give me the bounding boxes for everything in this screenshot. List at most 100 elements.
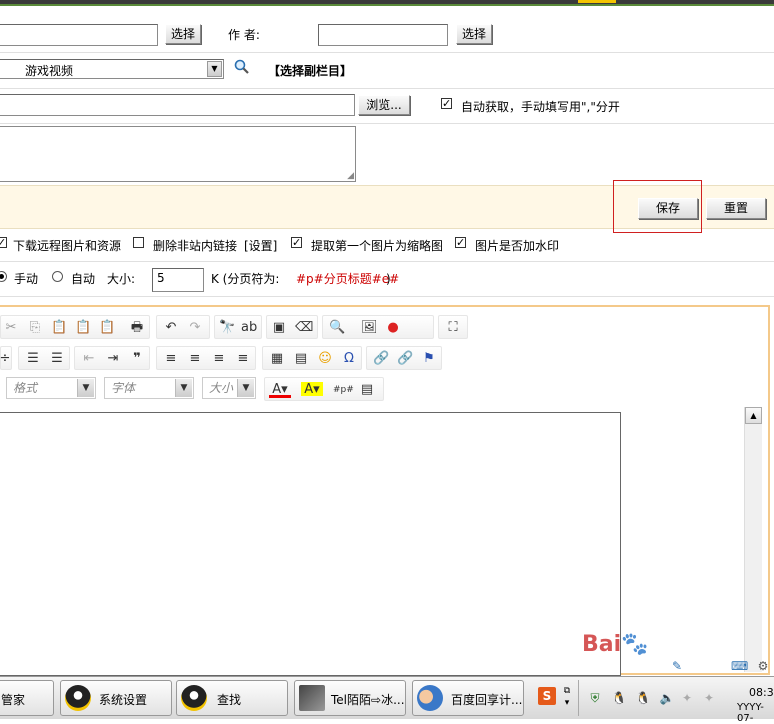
rich-text-editor: ✂ ⎘ 📋 📋 📋 🖶 ↶ ↷ 🔭 ab ▣ ⌫ 🔍 🖼 ● ⛶ ÷ ☰ ☰ ⇤… [0, 305, 770, 676]
anchor-flag-icon[interactable]: ⚑ [421, 351, 437, 367]
auto-fetch-checkbox[interactable]: ✓ [441, 98, 452, 109]
watermark-checkbox[interactable]: ✓ [455, 237, 466, 248]
image-icon[interactable]: 🖼 [361, 320, 378, 336]
paste-icon[interactable]: 📋 [51, 320, 67, 336]
pen-icon[interactable]: ✎ [669, 658, 685, 674]
align-justify-icon[interactable]: ≡ [235, 351, 251, 367]
task-label: 系统设置 [99, 693, 148, 707]
font-combo-label: 字体 [111, 381, 136, 395]
keyboard-icon[interactable]: ⌨ [731, 658, 748, 674]
flash-icon[interactable]: ● [385, 320, 401, 336]
download-remote-checkbox[interactable]: ✓ [0, 237, 7, 248]
link-icon[interactable]: 🔗 [373, 351, 389, 367]
preview-icon[interactable]: 🔍 [329, 320, 345, 336]
special-char-icon[interactable]: Ω [341, 351, 357, 367]
maximize-icon[interactable]: ⛶ [445, 320, 461, 336]
task-search[interactable]: 查找 [176, 680, 288, 716]
baidu-watermark-logo: Bai🐾 [582, 632, 649, 657]
editor-scrollbar[interactable]: ▲ [744, 407, 762, 672]
text-color-icon[interactable]: A▾ [269, 382, 291, 398]
editor-toolbar-row-1: ✂ ⎘ 📋 📋 📋 🖶 ↶ ↷ 🔭 ab ▣ ⌫ 🔍 🖼 ● ⛶ [0, 311, 768, 343]
taskbar-scroll-icon[interactable]: ⧉ ▾ [562, 685, 572, 709]
network-icon[interactable]: ✦ [679, 690, 695, 706]
redo-icon[interactable]: ↷ [187, 320, 203, 336]
clock-date[interactable]: YYYY-07- [737, 702, 774, 724]
resize-grip-icon[interactable]: ◢ [347, 171, 354, 181]
manual-radio[interactable] [0, 271, 7, 282]
category-select[interactable]: 游戏视频 ▼ [0, 59, 224, 79]
thumbnail-input[interactable] [0, 94, 355, 116]
align-right-icon[interactable]: ≡ [211, 351, 227, 367]
settings-link[interactable]: [设置] [244, 239, 277, 253]
indent-group: ⇤ ⇥ ❞ [74, 346, 150, 370]
select-button-1[interactable]: 选择 [165, 24, 201, 44]
bullet-list-icon[interactable]: ☰ [49, 351, 65, 367]
clock-time[interactable]: 08:39 [749, 686, 774, 699]
chevron-down-icon[interactable]: ▼ [175, 379, 192, 397]
print-icon[interactable]: 🖶 [129, 320, 145, 336]
chevron-down-icon[interactable]: ▼ [207, 61, 222, 77]
select-button-2[interactable]: 选择 [456, 24, 492, 44]
remove-links-checkbox[interactable] [133, 237, 144, 248]
select-all-icon[interactable]: ▣ [271, 320, 287, 336]
title-input[interactable] [0, 24, 158, 46]
font-combo[interactable]: 字体 ▼ [104, 377, 194, 399]
reset-button[interactable]: 重置 [706, 198, 766, 219]
blockquote-icon[interactable]: ❞ [129, 351, 145, 367]
strike-icon[interactable]: ÷ [0, 351, 13, 367]
horizontal-rule-icon[interactable]: ▤ [293, 351, 309, 367]
network-icon-2[interactable]: ✦ [701, 690, 717, 706]
language-bar-icon[interactable]: ⚙ [755, 658, 771, 674]
scroll-up-icon[interactable]: ▲ [745, 407, 762, 424]
copy-icon[interactable]: ⎘ [27, 320, 43, 336]
auto-radio[interactable] [52, 271, 63, 282]
qq-tray-icon[interactable]: 🐧 [611, 690, 627, 706]
unlink-icon[interactable]: 🔗 [397, 351, 413, 367]
qq-tray-icon-2[interactable]: 🐧 [635, 690, 651, 706]
chevron-down-icon[interactable]: ▼ [237, 379, 254, 397]
indent-icon[interactable]: ⇥ [105, 351, 121, 367]
size-input[interactable]: 5 [152, 268, 204, 292]
cut-icon[interactable]: ✂ [3, 320, 19, 336]
undo-icon[interactable]: ↶ [163, 320, 179, 336]
paste-text-icon[interactable]: 📋 [75, 320, 91, 336]
pick-subcolumn-link[interactable]: 【选择副栏目】 [268, 64, 352, 78]
find-icon[interactable]: 🔭 [219, 320, 235, 336]
bg-color-icon[interactable]: A▾ [301, 382, 323, 397]
first-image-thumb-checkbox[interactable]: ✓ [291, 237, 302, 248]
template-icon[interactable]: ▤ [359, 382, 375, 398]
chevron-down-icon[interactable]: ▼ [77, 379, 94, 397]
list-group: ☰ ☰ [18, 346, 70, 370]
sogou-ime-icon[interactable]: S [538, 687, 556, 705]
table-icon[interactable]: ▦ [269, 351, 285, 367]
numbered-list-icon[interactable]: ☰ [25, 351, 41, 367]
task-manager[interactable]: 管家 [0, 680, 54, 716]
align-left-icon[interactable]: ≡ [163, 351, 179, 367]
align-center-icon[interactable]: ≡ [187, 351, 203, 367]
browse-button[interactable]: 浏览... [358, 95, 410, 115]
shield-icon[interactable]: ⛨ [587, 690, 603, 706]
task-chat[interactable]: Tel陌陌⇨冰... [294, 680, 406, 716]
outdent-icon[interactable]: ⇤ [81, 351, 97, 367]
first-image-thumb-label: 提取第一个图片为缩略图 [311, 239, 444, 253]
author-input[interactable] [318, 24, 448, 46]
form-row-thumbnail: 浏览... ✓ 自动获取，手动填写用","分开 [0, 89, 774, 124]
highlight-box [613, 180, 702, 233]
replace-icon[interactable]: ab [241, 320, 257, 336]
align-group: ≡ ≡ ≡ ≡ [156, 346, 256, 370]
pagination-row: 手动 自动 大小: 5 K (分页符为: #p#分页标题#e# ) [0, 262, 774, 297]
editor-content-area[interactable] [0, 412, 621, 676]
format-combo[interactable]: 格式 ▼ [6, 377, 96, 399]
qq-penguin-icon [65, 685, 91, 711]
size-combo[interactable]: 大小 ▼ [202, 377, 256, 399]
volume-icon[interactable]: 🔈 [659, 690, 675, 706]
task-baidu[interactable]: 百度回享计... [412, 680, 524, 716]
description-textarea[interactable]: ◢ [0, 126, 356, 182]
smiley-icon[interactable]: ☺ [317, 351, 333, 367]
eraser-icon[interactable]: ⌫ [295, 320, 313, 336]
page-break-icon[interactable]: #p# [333, 382, 354, 398]
task-system-settings[interactable]: 系统设置 [60, 680, 172, 716]
task-label: 查找 [217, 693, 242, 707]
paste-word-icon[interactable]: 📋 [99, 320, 115, 336]
search-icon[interactable] [234, 59, 250, 75]
